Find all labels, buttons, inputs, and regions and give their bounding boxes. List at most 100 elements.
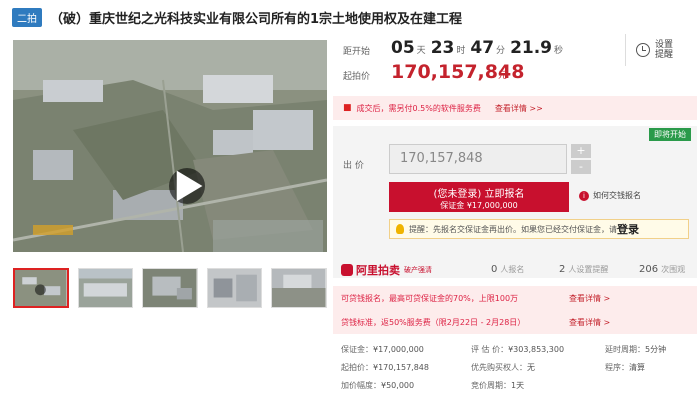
countdown-hours-unit: 时 bbox=[456, 46, 466, 56]
how-to-pay-link[interactable]: i 如何交钱报名 bbox=[579, 190, 641, 201]
loan-offers: 可贷钱报名，最高可贷保证金的70%，上限100万 查看详情 > 贷钱标准，返50… bbox=[333, 286, 697, 334]
procedure-label: 程序： bbox=[605, 363, 629, 372]
reminder-count-label: 人设置提醒 bbox=[568, 265, 609, 274]
deposit-value: ¥17,000,000 bbox=[373, 345, 424, 354]
aerial-photo bbox=[13, 40, 327, 252]
auction-info: 保证金：¥17,000,000 评 估 价：¥303,853,300 延时周期：… bbox=[333, 340, 697, 410]
platform-stats: 阿里拍卖 破产强清 0 人报名 2 人设置提醒 206 次围观 bbox=[333, 260, 697, 280]
period-value: 1天 bbox=[511, 381, 525, 390]
deposit-info: 保证金：¥17,000,000 bbox=[341, 344, 424, 355]
loan-offer-link[interactable]: 查看详情 > bbox=[569, 293, 610, 304]
reminder-count: 2 人设置提醒 bbox=[559, 264, 608, 275]
thumbnail-4[interactable] bbox=[206, 268, 263, 308]
countdown-seconds: 21.9 bbox=[510, 38, 553, 58]
signup-button[interactable]: (您未登录) 立即报名 保证金 ¥17,000,000 bbox=[389, 182, 569, 212]
service-fee-notice: ■ 成交后，需另付0.5%的软件服务费 查看详情 >> bbox=[333, 96, 697, 120]
thumbnail-5[interactable] bbox=[271, 268, 328, 308]
decrease-button[interactable]: - bbox=[571, 160, 591, 174]
main-photo[interactable] bbox=[13, 40, 327, 252]
assessment-label: 评 估 价： bbox=[471, 345, 509, 354]
increment-label: 加价幅度： bbox=[341, 381, 381, 390]
thumbnail-3[interactable] bbox=[142, 268, 198, 308]
platform-name: 阿里拍卖 bbox=[356, 264, 400, 277]
start-price-label: 起拍价 bbox=[343, 72, 371, 82]
login-link[interactable]: 登录 bbox=[617, 221, 639, 237]
thumb-image bbox=[207, 269, 262, 307]
play-button[interactable] bbox=[169, 168, 205, 204]
countdown-hours: 23 bbox=[430, 38, 455, 58]
increase-button[interactable]: + bbox=[571, 144, 591, 158]
title-bar: 二拍 （破）重庆世纪之光科技实业有限公司所有的1宗土地使用权及在建工程 bbox=[0, 0, 700, 34]
thumbnail-1[interactable] bbox=[13, 268, 69, 308]
bid-stepper: + - bbox=[571, 144, 591, 174]
play-icon bbox=[176, 170, 203, 202]
delay-value: 5分钟 bbox=[645, 345, 667, 354]
priority-value: 无 bbox=[527, 363, 535, 372]
delay-label: 延时周期： bbox=[605, 345, 645, 354]
countdown-label: 距开始 bbox=[343, 47, 371, 57]
priority-info: 优先购买权人：无 bbox=[471, 362, 535, 373]
countdown-seconds-unit: 秒 bbox=[554, 46, 564, 56]
countdown-minutes-unit: 分 bbox=[496, 46, 506, 56]
bid-label: 出 价 bbox=[343, 161, 364, 171]
loan-offer-2: 贷钱标准，返50%服务费（限2月22日 - 2月28日） 查看详情 > bbox=[333, 310, 697, 334]
how-to-pay-text: 如何交钱报名 bbox=[593, 191, 641, 200]
service-fee-link[interactable]: 查看详情 >> bbox=[495, 103, 543, 114]
page-title: （破）重庆世纪之光科技实业有限公司所有的1宗土地使用权及在建工程 bbox=[50, 11, 463, 27]
start-label: 起拍价： bbox=[341, 363, 373, 372]
platform-logo: 阿里拍卖 破产强清 bbox=[341, 262, 432, 278]
assessment-value: ¥303,853,300 bbox=[508, 345, 565, 354]
tip-text: 提醒：先报名交保证金再出价。如果您已经交付保证金，请 bbox=[409, 224, 617, 234]
thumbnail-2[interactable] bbox=[77, 268, 134, 308]
platform-logo-icon bbox=[341, 264, 353, 276]
reminder-count-value: 2 bbox=[559, 264, 566, 275]
status-badge: 即将开始 bbox=[649, 128, 691, 141]
start-value: ¥170,157,848 bbox=[373, 363, 429, 372]
view-count-label: 次围观 bbox=[661, 265, 686, 274]
reminder-label: 设置 提醒 bbox=[655, 40, 673, 60]
bid-input[interactable]: 170,157,848 bbox=[389, 144, 567, 174]
thumb-image bbox=[272, 269, 327, 307]
reminder-line2: 提醒 bbox=[655, 50, 674, 60]
delay-info: 延时周期：5分钟 bbox=[605, 344, 666, 355]
procedure-value: 清算 bbox=[629, 363, 645, 372]
assessment-info: 评 估 价：¥303,853,300 bbox=[471, 344, 564, 355]
auction-panel: 距开始 05 天 23 时 47 分 21.9 秒 起拍价 170,157,84… bbox=[333, 34, 697, 411]
countdown-days: 05 bbox=[391, 38, 415, 58]
gift-icon: ■ bbox=[343, 103, 352, 113]
countdown-days-unit: 天 bbox=[416, 46, 426, 56]
loan-offer-link[interactable]: 查看详情 > bbox=[569, 317, 610, 328]
signup-label: (您未登录) 立即报名 bbox=[433, 189, 525, 200]
signup-count: 0 人报名 bbox=[491, 264, 524, 275]
platform-slogan: 破产强清 bbox=[404, 266, 432, 274]
view-count: 206 次围观 bbox=[639, 264, 685, 275]
bulb-icon bbox=[396, 224, 404, 234]
countdown-row: 距开始 05 天 23 时 47 分 21.9 秒 起拍价 170,157,84… bbox=[333, 34, 697, 84]
start-price-info: 起拍价：¥170,157,848 bbox=[341, 362, 429, 373]
loan-offer-text: 可贷钱报名，最高可贷保证金的70%，上限100万 bbox=[341, 293, 519, 303]
info-icon: i bbox=[579, 190, 589, 201]
thumbnail-strip bbox=[13, 268, 328, 308]
signup-count-value: 0 bbox=[491, 264, 498, 275]
priority-label: 优先购买权人： bbox=[471, 363, 527, 372]
clock-icon bbox=[636, 43, 650, 57]
signup-count-label: 人报名 bbox=[500, 265, 525, 274]
procedure-info: 程序：清算 bbox=[605, 362, 645, 373]
countdown-minutes: 47 bbox=[470, 38, 495, 58]
deposit-label: 保证金： bbox=[341, 345, 373, 354]
bid-box: 即将开始 出 价 170,157,848 + - (您未登录) 立即报名 保证金… bbox=[333, 126, 697, 278]
period-label: 竞价周期： bbox=[471, 381, 511, 390]
service-fee-text: 成交后，需另付0.5%的软件服务费 bbox=[356, 103, 481, 113]
countdown: 05 天 23 时 47 分 21.9 秒 bbox=[391, 38, 568, 58]
reminder-line1: 设置 bbox=[655, 40, 674, 50]
loan-offer-text: 贷钱标准，返50%服务费（限2月22日 - 2月28日） bbox=[341, 317, 526, 327]
loan-offer-1: 可贷钱报名，最高可贷保证金的70%，上限100万 查看详情 > bbox=[333, 286, 697, 310]
increment-value: ¥50,000 bbox=[381, 381, 415, 390]
thumb-image bbox=[78, 269, 133, 307]
thumb-image bbox=[143, 269, 197, 307]
increment-info: 加价幅度：¥50,000 bbox=[341, 380, 414, 391]
round-badge: 二拍 bbox=[12, 7, 42, 27]
set-reminder-button[interactable]: 设置 提醒 bbox=[625, 34, 695, 66]
period-info: 竞价周期：1天 bbox=[471, 380, 524, 391]
signup-deposit: 保证金 ¥17,000,000 bbox=[440, 201, 518, 210]
